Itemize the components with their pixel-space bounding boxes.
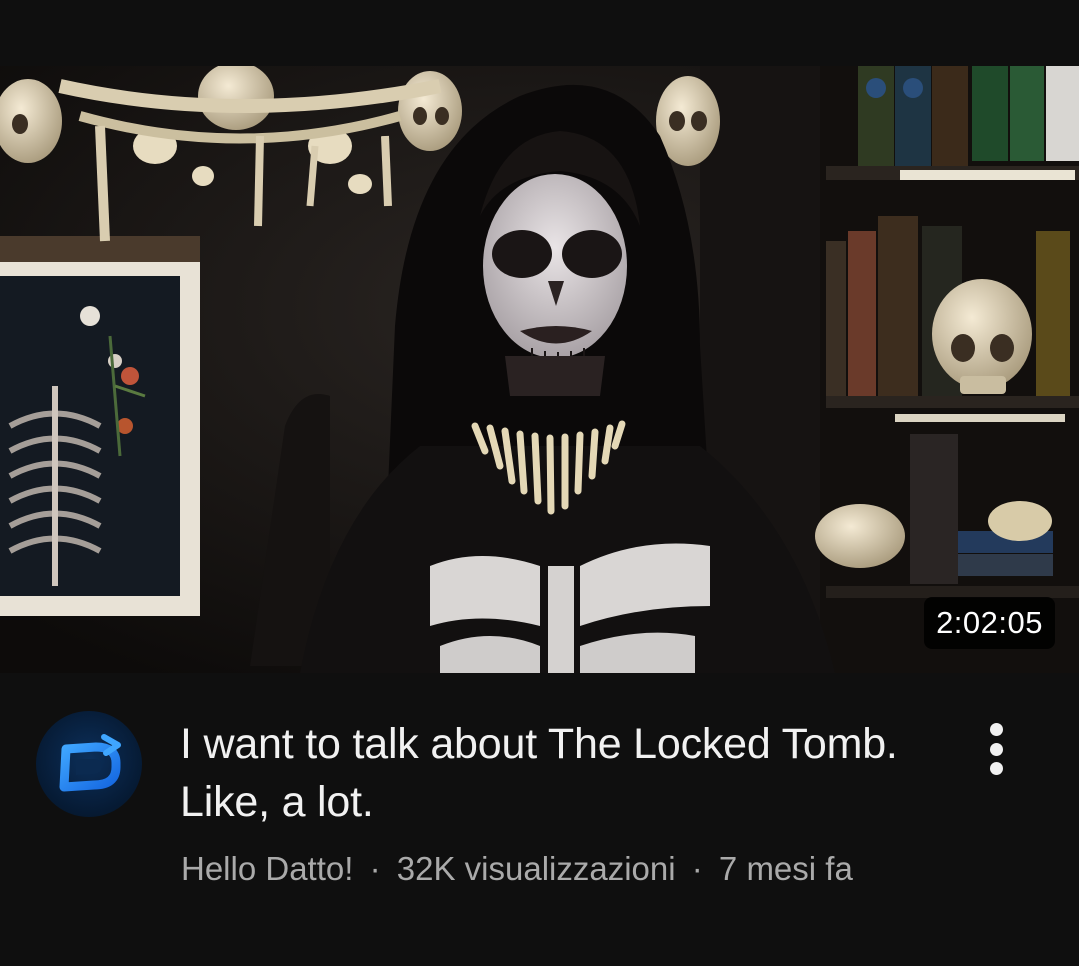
- thumbnail-image: [0, 66, 1079, 673]
- video-card: 2:02:05 I want to talk about The Locked …: [0, 0, 1079, 966]
- separator-dot: ·: [691, 850, 703, 887]
- channel-avatar[interactable]: [36, 711, 142, 817]
- video-thumbnail[interactable]: 2:02:05: [0, 66, 1079, 673]
- video-subtitle: Hello Datto! · 32K visualizzazioni · 7 m…: [181, 849, 853, 889]
- view-count: 32K visualizzazioni: [396, 850, 676, 887]
- separator-dot: ·: [369, 850, 381, 887]
- kebab-dot: [989, 723, 1003, 736]
- channel-name[interactable]: Hello Datto!: [181, 850, 353, 887]
- video-duration: 2:02:05: [924, 597, 1055, 649]
- kebab-dot: [989, 762, 1003, 775]
- video-title[interactable]: I want to talk about The Locked Tomb. Li…: [180, 715, 900, 831]
- kebab-dot: [989, 742, 1003, 756]
- upload-age: 7 mesi fa: [718, 850, 853, 887]
- datto-logo-icon: [59, 734, 121, 792]
- video-meta: I want to talk about The Locked Tomb. Li…: [0, 673, 1079, 966]
- more-vert-icon[interactable]: [972, 717, 1020, 781]
